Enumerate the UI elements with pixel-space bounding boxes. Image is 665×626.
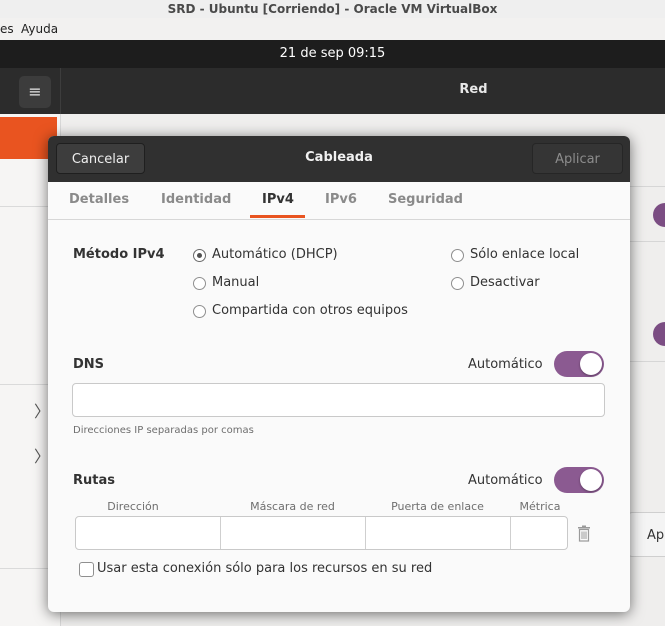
dns-label: DNS [73,357,105,372]
divider [628,186,665,187]
divider [628,361,665,362]
radio-automatico-dhcp[interactable] [193,249,206,262]
tab-detalles[interactable]: Detalles [69,192,129,207]
routes-auto-label: Automático [468,473,543,488]
switch-knob [580,469,602,491]
settings-page-title: Red [459,82,488,97]
tab-ipv6[interactable]: IPv6 [325,192,357,207]
trash-icon[interactable] [577,525,591,542]
vbox-window-title: SRD - Ubuntu [Corriendo] - Oracle VM Vir… [0,0,665,18]
tab-bar: Detalles Identidad IPv4 IPv6 Seguridad [48,182,630,220]
background-apply-button[interactable]: Ap [628,512,665,557]
column-header-direccion: Dirección [107,500,159,513]
menu-item-ayuda[interactable]: Ayuda [21,22,58,36]
radio-label-automatico-dhcp[interactable]: Automático (DHCP) [212,247,338,262]
vbox-menubar: es Ayuda [0,18,665,41]
route-metric-input[interactable] [511,517,567,549]
route-gateway-input[interactable] [366,517,511,549]
dns-input[interactable] [72,383,605,417]
cancel-button[interactable]: Cancelar [56,143,145,174]
dialog-title: Cableada [305,150,373,165]
wired-connection-dialog: Cancelar Cableada Aplicar Detalles Ident… [48,136,630,612]
column-header-puerta: Puerta de enlace [391,500,484,513]
tab-seguridad[interactable]: Seguridad [388,192,463,207]
ipv4-method-label: Método IPv4 [73,247,165,262]
active-tab-indicator [250,215,305,218]
divider [628,241,665,242]
header-divider [60,68,61,114]
radio-label-manual[interactable]: Manual [212,275,259,290]
tab-identidad[interactable]: Identidad [161,192,231,207]
apply-button[interactable]: Aplicar [532,143,623,174]
only-resources-checkbox[interactable] [79,562,94,577]
radio-label-desactivar[interactable]: Desactivar [470,275,540,290]
clock[interactable]: 21 de sep 09:15 [0,40,665,68]
hamburger-menu-icon[interactable]: ≡ [19,76,51,108]
dns-auto-switch[interactable] [554,351,604,377]
column-header-mascara: Máscara de red [250,500,335,513]
radio-manual[interactable] [193,277,206,290]
settings-headerbar [0,68,665,114]
radio-label-solo-enlace-local[interactable]: Sólo enlace local [470,247,579,262]
route-address-input[interactable] [76,517,221,549]
radio-desactivar[interactable] [451,277,464,290]
routes-auto-switch[interactable] [554,467,604,493]
only-resources-label[interactable]: Usar esta conexión sólo para los recurso… [97,561,432,576]
route-netmask-input[interactable] [221,517,366,549]
dns-hint: Direcciones IP separadas por comas [73,425,254,436]
dns-auto-label: Automático [468,357,543,372]
menu-item-partial[interactable]: es [0,22,14,36]
routes-label: Rutas [73,473,115,488]
radio-compartida[interactable] [193,305,206,318]
tab-ipv4[interactable]: IPv4 [262,192,294,207]
switch-knob [580,353,602,375]
column-header-metrica: Métrica [519,500,561,513]
radio-solo-enlace-local[interactable] [451,249,464,262]
radio-label-compartida[interactable]: Compartida con otros equipos [212,303,408,318]
route-row [75,516,568,550]
